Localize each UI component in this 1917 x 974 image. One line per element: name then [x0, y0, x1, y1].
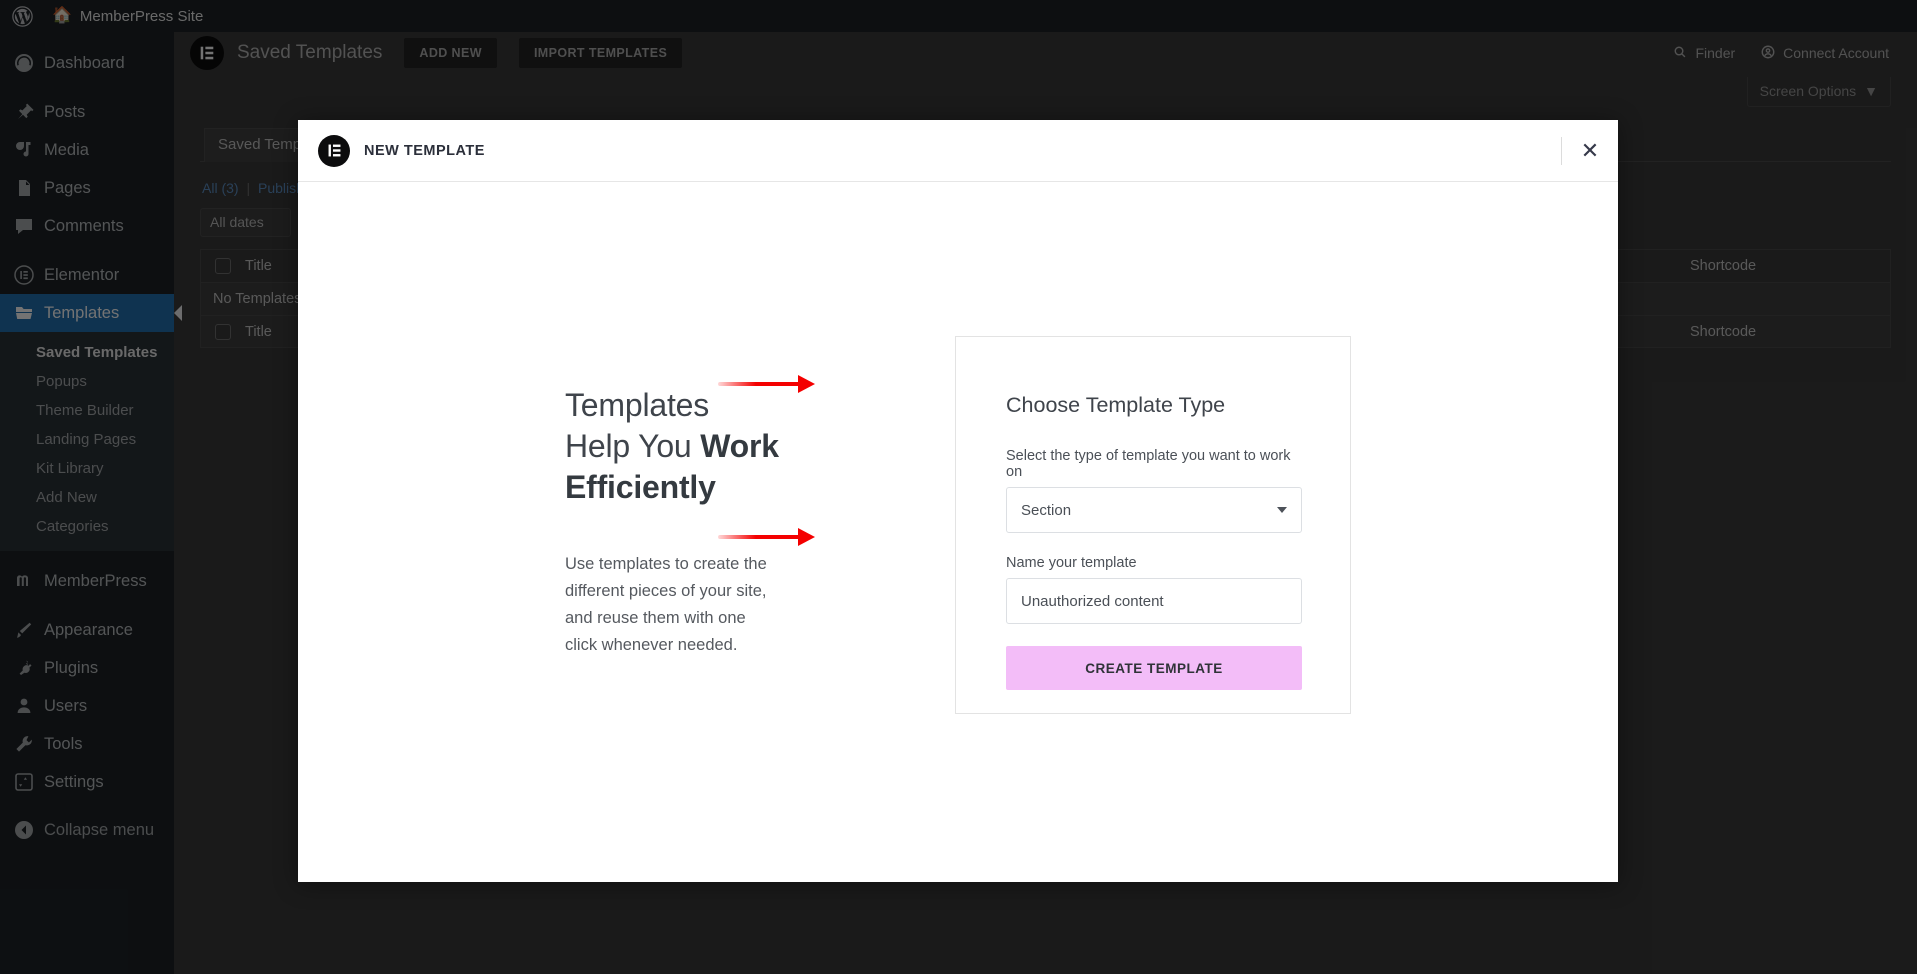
modal-header: NEW TEMPLATE ✕: [298, 120, 1618, 182]
promo-heading-line2: Help You: [565, 427, 701, 464]
close-icon[interactable]: ✕: [1562, 120, 1618, 182]
modal-title: NEW TEMPLATE: [364, 142, 485, 159]
modal-content-row: Templates Help You Work Efficiently Use …: [565, 336, 1351, 714]
template-name-value: Unauthorized content: [1021, 592, 1164, 610]
template-type-label: Select the type of template you want to …: [1006, 448, 1291, 480]
promo-heading-efficiently: Efficiently: [565, 468, 716, 505]
new-template-modal: NEW TEMPLATE ✕ Templates Help You Work E…: [298, 120, 1618, 882]
template-name-label: Name your template: [1006, 555, 1137, 571]
modal-header-right: ✕: [1561, 120, 1618, 182]
screen: 🏠 MemberPress Site Dashboard Posts Media: [0, 0, 1917, 974]
create-template-button[interactable]: CREATE TEMPLATE: [1006, 646, 1302, 690]
modal-body: Templates Help You Work Efficiently Use …: [298, 182, 1618, 882]
promo-panel: Templates Help You Work Efficiently Use …: [565, 385, 865, 658]
template-form-card: Choose Template Type Select the type of …: [955, 336, 1351, 714]
elementor-logo-icon: [318, 134, 350, 167]
caret-down-icon: [1277, 507, 1287, 513]
promo-heading-work: Work: [700, 427, 779, 464]
template-type-select[interactable]: Section: [1006, 487, 1302, 533]
template-type-value: Section: [1021, 501, 1072, 519]
promo-heading-line1: Templates: [565, 387, 710, 424]
promo-heading: Templates Help You Work Efficiently: [565, 385, 865, 507]
promo-body: Use templates to create the different pi…: [565, 555, 767, 654]
form-heading: Choose Template Type: [1006, 393, 1226, 417]
template-name-input[interactable]: Unauthorized content: [1006, 578, 1302, 624]
